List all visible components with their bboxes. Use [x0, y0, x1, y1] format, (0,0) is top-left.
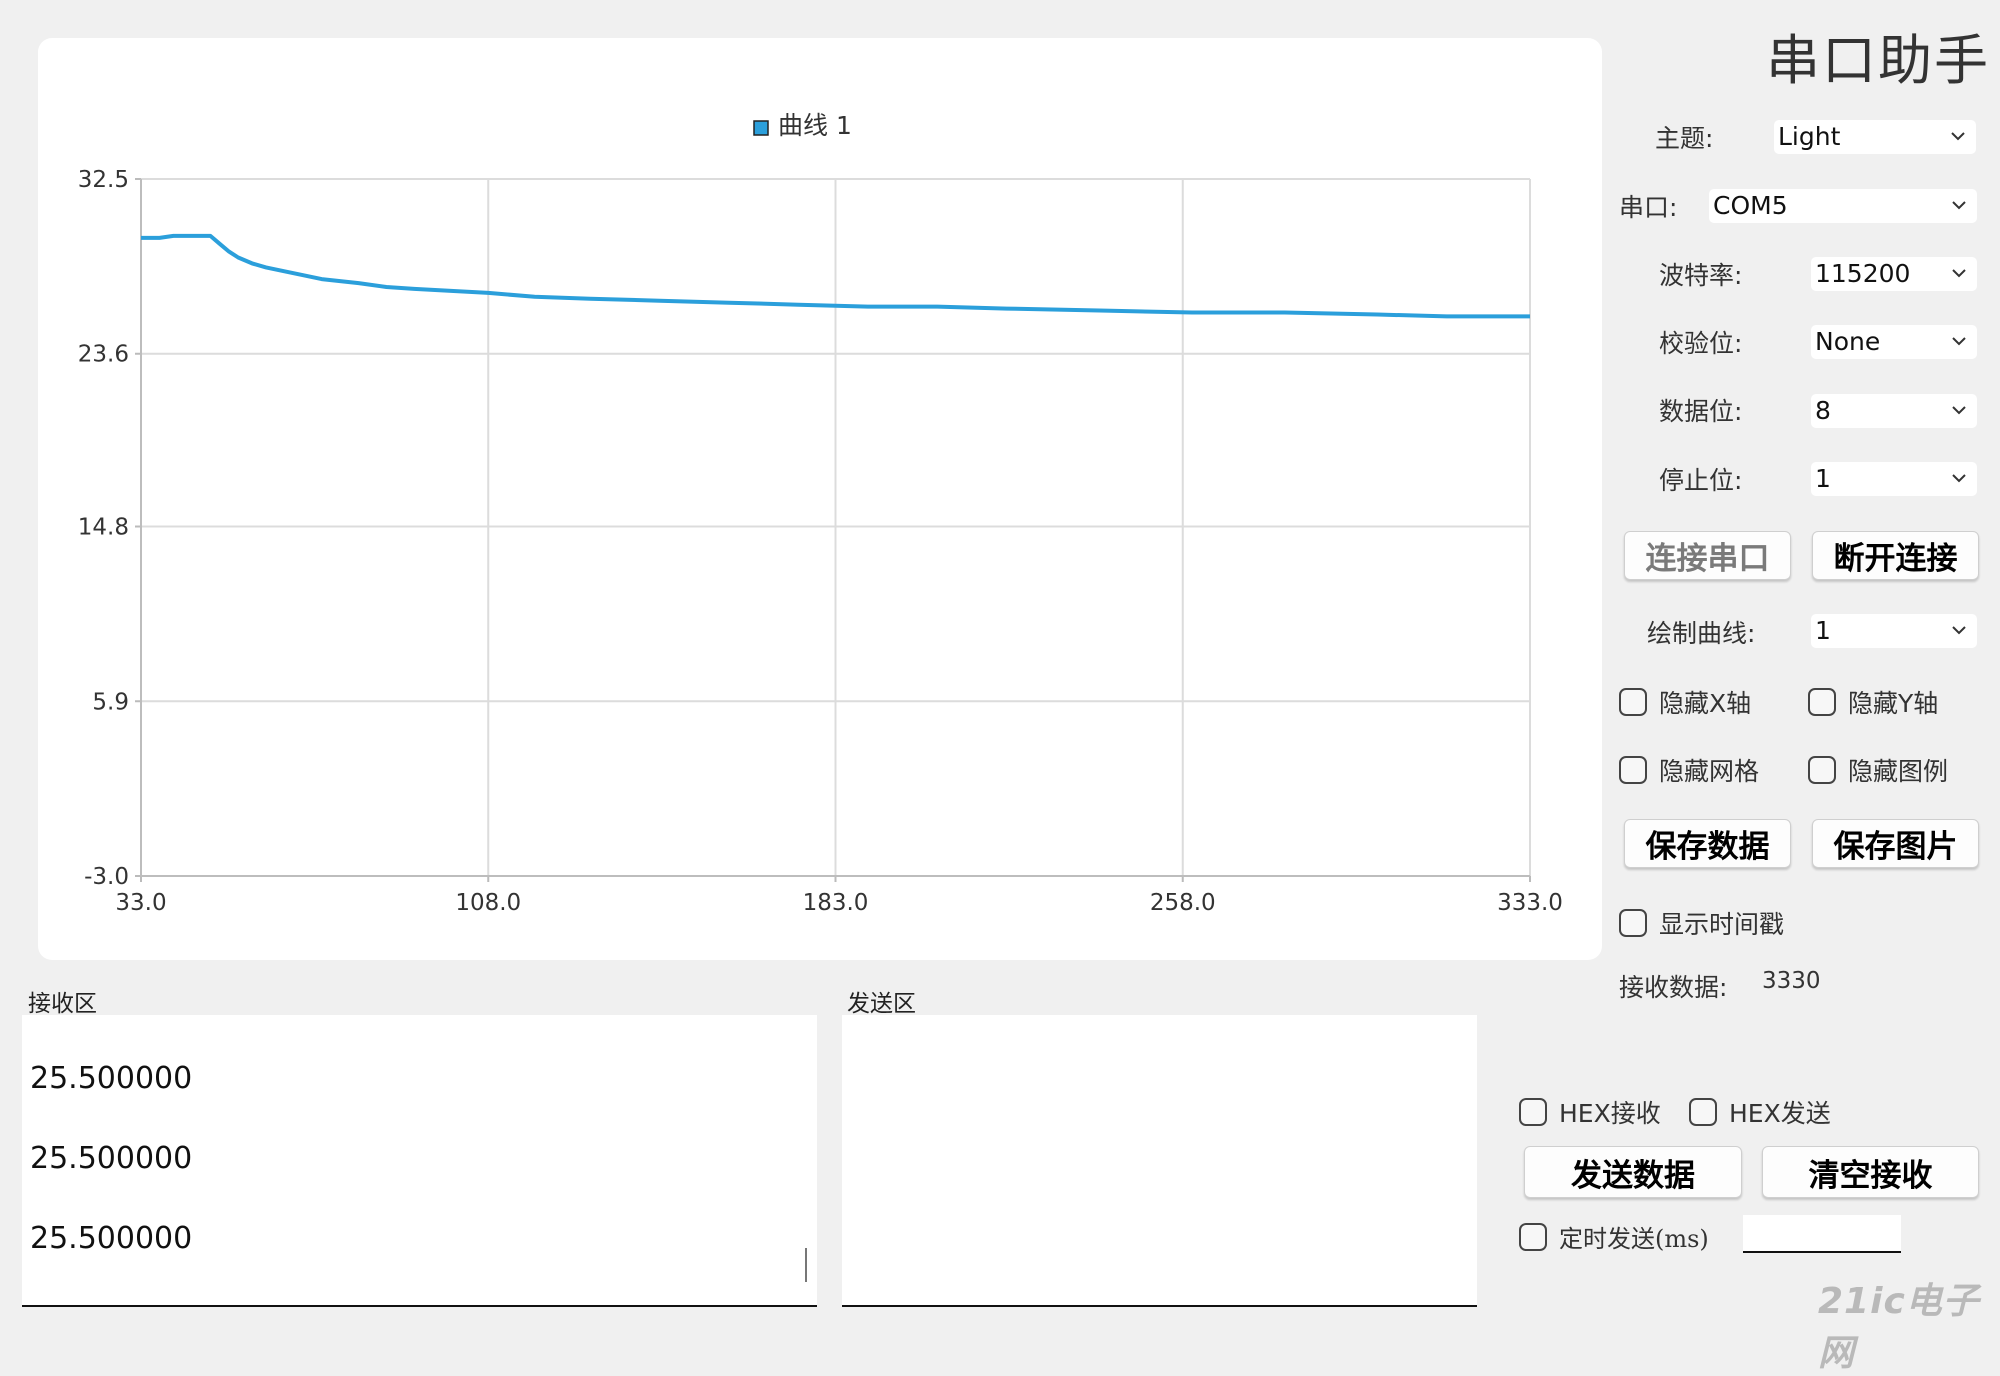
chevron-down-icon	[1952, 626, 1966, 635]
scrollbar-thumb[interactable]	[805, 1248, 807, 1282]
recv-count-label: 接收数据:	[1619, 973, 1728, 1002]
y-tick-label: 14.8	[78, 515, 129, 541]
checkbox-icon[interactable]	[1519, 1098, 1547, 1126]
x-tick-label: 183.0	[803, 890, 869, 916]
hide-x-axis-checkbox[interactable]: 隐藏X轴	[1619, 684, 1751, 720]
chart-axes	[135, 178, 1531, 882]
chevron-down-icon	[1951, 132, 1965, 141]
checkbox-icon[interactable]	[1808, 756, 1836, 784]
y-tick-label: -3.0	[84, 864, 129, 890]
save-image-button[interactable]: 保存图片	[1812, 819, 1979, 868]
port-select[interactable]: COM5	[1709, 189, 1977, 223]
chart-legend[interactable]: 曲线 1	[753, 111, 852, 140]
theme-select[interactable]: Light	[1774, 120, 1976, 154]
hex-send-label: HEX发送	[1729, 1099, 1831, 1128]
checkbox-icon[interactable]	[1619, 909, 1647, 937]
hide-y-axis-label: 隐藏Y轴	[1848, 689, 1939, 718]
parity-select[interactable]: None	[1811, 325, 1977, 359]
hide-y-axis-checkbox[interactable]: 隐藏Y轴	[1808, 684, 1938, 720]
x-tick-label: 333.0	[1497, 890, 1563, 916]
baud-label: 波特率:	[1659, 261, 1743, 290]
databits-label: 数据位:	[1659, 397, 1743, 426]
checkbox-icon[interactable]	[1808, 688, 1836, 716]
chevron-down-icon	[1952, 337, 1966, 346]
recv-count-value: 3330	[1762, 968, 1821, 994]
port-label: 串口:	[1619, 193, 1678, 222]
hex-receive-checkbox[interactable]: HEX接收	[1519, 1094, 1661, 1130]
chevron-down-icon	[1952, 406, 1966, 415]
line-chart: 33.0 108.0 183.0 258.0 333.0 32.5 23.6 14.8 5.9 -…	[78, 111, 1563, 916]
port-value: COM5	[1713, 191, 1788, 220]
receive-area-label: 接收区	[28, 991, 97, 1017]
timed-send-label: 定时发送(ms)	[1559, 1225, 1709, 1253]
receive-textbox[interactable]: 25.500000 25.500000 25.500000	[22, 1015, 817, 1307]
chevron-down-icon	[1952, 269, 1966, 278]
save-data-button[interactable]: 保存数据	[1624, 819, 1791, 868]
hide-grid-label: 隐藏网格	[1659, 757, 1760, 786]
hex-send-checkbox[interactable]: HEX发送	[1689, 1094, 1831, 1130]
watermark-logo: 21ic电子网	[1818, 1281, 1980, 1374]
parity-value: None	[1815, 327, 1881, 356]
checkbox-icon[interactable]	[1619, 756, 1647, 784]
chevron-down-icon	[1952, 201, 1966, 210]
parity-label: 校验位:	[1659, 329, 1743, 358]
stopbits-select[interactable]: 1	[1811, 462, 1977, 496]
databits-value: 8	[1815, 396, 1831, 425]
send-data-button[interactable]: 发送数据	[1524, 1146, 1742, 1198]
y-tick-label: 32.5	[78, 167, 129, 193]
clear-receive-button[interactable]: 清空接收	[1762, 1146, 1979, 1198]
databits-select[interactable]: 8	[1811, 394, 1977, 428]
chart-panel: 33.0 108.0 183.0 258.0 333.0 32.5 23.6 14.8 5.9 -…	[38, 38, 1602, 960]
app-title: 串口助手	[1766, 29, 1990, 92]
timer-interval-input[interactable]	[1743, 1215, 1901, 1253]
show-timestamp-label: 显示时间戳	[1659, 910, 1785, 939]
chevron-down-icon	[1952, 474, 1966, 483]
legend-item: 曲线 1	[753, 111, 852, 140]
legend-label: 曲线 1	[778, 111, 852, 140]
checkbox-icon[interactable]	[1689, 1098, 1717, 1126]
send-textbox[interactable]	[842, 1015, 1477, 1307]
x-tick-label: 33.0	[115, 890, 166, 916]
y-tick-label: 5.9	[92, 689, 129, 715]
receive-line: 25.500000	[30, 1221, 193, 1256]
chart-tick-labels: 33.0 108.0 183.0 258.0 333.0 32.5 23.6 14.8 5.9 -…	[78, 167, 1563, 916]
show-timestamp-checkbox[interactable]: 显示时间戳	[1619, 905, 1784, 941]
baud-value: 115200	[1815, 259, 1911, 288]
send-area-label: 发送区	[847, 991, 916, 1017]
timed-send-checkbox[interactable]: 定时发送(ms)	[1519, 1219, 1709, 1254]
baud-select[interactable]: 115200	[1811, 257, 1977, 291]
disconnect-button[interactable]: 断开连接	[1812, 531, 1979, 580]
x-tick-label: 108.0	[455, 890, 521, 916]
curves-label: 绘制曲线:	[1647, 619, 1756, 648]
curves-value: 1	[1815, 616, 1831, 645]
curves-select[interactable]: 1	[1811, 614, 1977, 648]
receive-line: 25.500000	[30, 1141, 193, 1176]
stopbits-label: 停止位:	[1659, 466, 1743, 495]
y-tick-label: 23.6	[78, 342, 129, 368]
legend-swatch	[753, 120, 769, 136]
checkbox-icon[interactable]	[1619, 688, 1647, 716]
connect-button[interactable]: 连接串口	[1624, 531, 1791, 580]
hide-x-axis-label: 隐藏X轴	[1659, 689, 1752, 718]
hide-legend-label: 隐藏图例	[1848, 757, 1949, 786]
hex-receive-label: HEX接收	[1559, 1099, 1661, 1128]
theme-value: Light	[1778, 122, 1841, 151]
x-tick-label: 258.0	[1150, 890, 1216, 916]
theme-label: 主题:	[1655, 124, 1714, 153]
receive-line: 25.500000	[30, 1061, 193, 1096]
checkbox-icon[interactable]	[1519, 1222, 1547, 1251]
hide-grid-checkbox[interactable]: 隐藏网格	[1619, 752, 1759, 788]
stopbits-value: 1	[1815, 464, 1831, 493]
hide-legend-checkbox[interactable]: 隐藏图例	[1808, 752, 1948, 788]
